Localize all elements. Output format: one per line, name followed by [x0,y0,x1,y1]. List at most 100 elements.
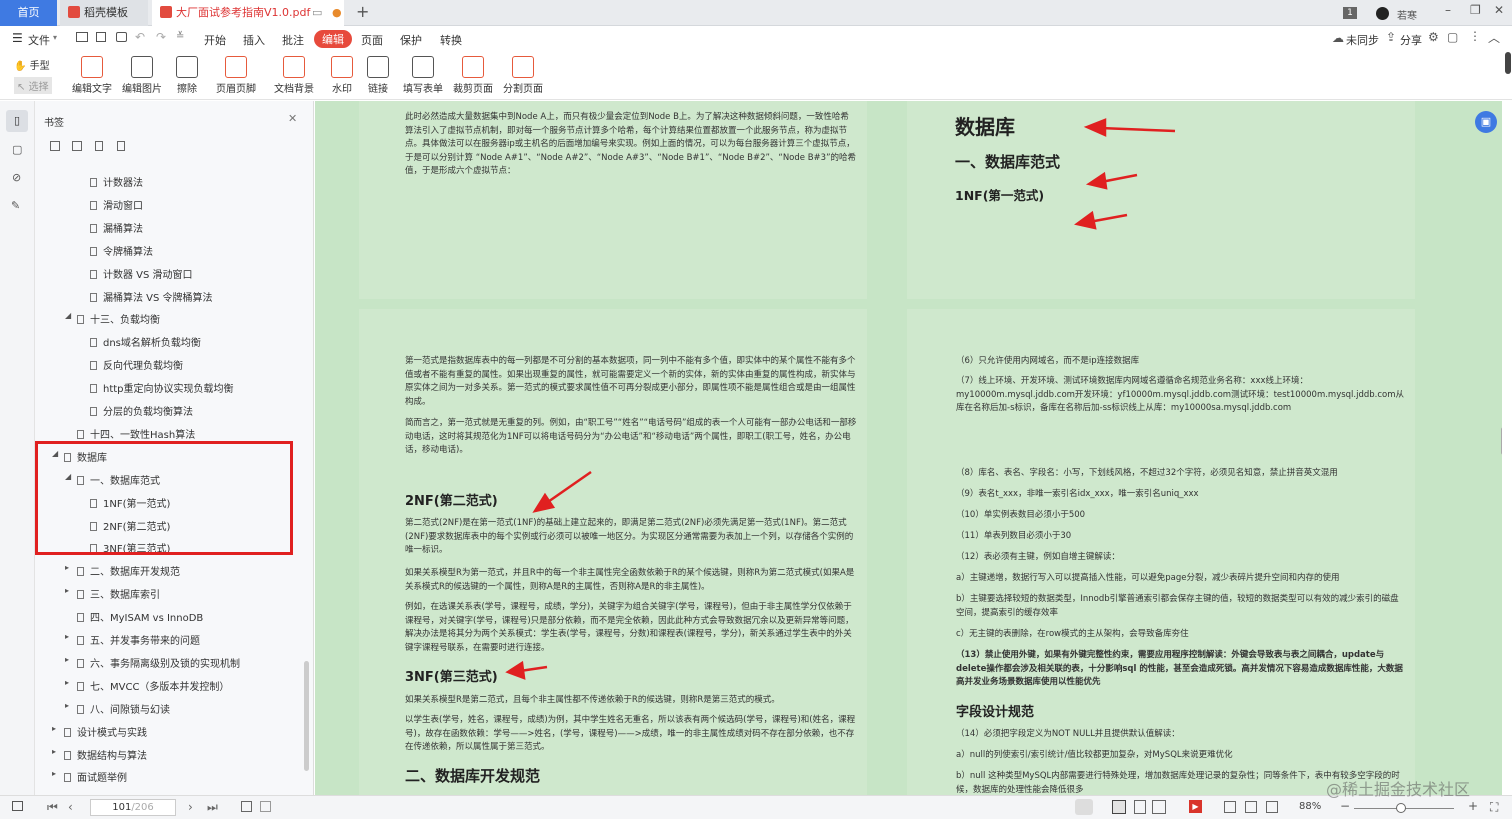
menu-protect[interactable]: 保护 [400,32,422,48]
insert-page-icon[interactable] [241,801,252,812]
bookmark-options-icon[interactable] [117,141,125,151]
menu-convert[interactable]: 转换 [440,32,462,48]
expand-arrow-icon[interactable]: ▸ [65,655,69,664]
menu-page[interactable]: 页面 [361,32,383,48]
print-icon[interactable] [116,32,127,42]
doc-background-button[interactable]: 文档背景 [270,56,318,95]
bookmark-item[interactable]: ▸ 六、事务隔离级别及锁的实现机制 [65,655,240,670]
edit-text-button[interactable]: 编辑文字 [72,56,112,95]
menu-comment[interactable]: 批注 [282,32,304,48]
maximize-button[interactable]: ❐ [1470,3,1481,17]
menu-insert[interactable]: 插入 [243,32,265,48]
expand-arrow-icon[interactable]: ▸ [52,769,56,778]
bookmark-item[interactable]: ▸ 数据结构与算法 [52,747,147,762]
bookmark-item[interactable]: 计数器法 [90,174,143,189]
last-page-button[interactable]: ⏭ [207,800,218,815]
zoom-out-button[interactable]: − [1340,799,1350,813]
hand-tool[interactable]: ✋ 手型 [14,57,50,72]
sync-status[interactable]: 未同步 [1346,32,1379,48]
bookmark-item[interactable]: 十四、一致性Hash算法 [77,426,195,441]
bookmark-item[interactable]: 令牌桶算法 [90,243,153,258]
expand-arrow-icon[interactable]: ▸ [65,678,69,687]
fit-width-icon[interactable] [1224,801,1236,813]
document-scrollbar[interactable] [1501,427,1502,455]
bookmark-item[interactable]: ▸ 五、并发事务带来的问题 [65,632,200,647]
dual-page-view-icon[interactable] [1152,800,1166,814]
thumbnail-icon[interactable]: ▢ [12,143,22,156]
settings-icon[interactable]: ⚙ [1428,30,1439,44]
actual-size-icon[interactable] [1266,801,1278,813]
menu-edit[interactable]: 编辑 [314,30,352,48]
close-panel-icon[interactable]: ✕ [288,112,297,125]
expand-arrow-icon[interactable]: ▸ [65,563,69,572]
quick-access-more-icon[interactable]: ≚ [176,31,184,42]
select-tool[interactable]: ↖ 选择 [14,77,52,94]
menu-start[interactable]: 开始 [204,32,226,48]
collapse-arrow-icon[interactable]: ◢ [65,311,71,320]
ribbon-scrollbar[interactable] [1505,52,1511,74]
menu-file[interactable]: 文件 [28,32,50,48]
expand-arrow-icon[interactable]: ▸ [65,586,69,595]
minimize-button[interactable]: – [1445,3,1451,17]
erase-button[interactable]: 擦除 [172,56,202,95]
tab-pdf-document[interactable]: 大厂面试参考指南V1.0.pdf ▭ ● [152,0,344,26]
split-page-button[interactable]: 分割页面 [503,56,543,95]
tab-home[interactable]: 首页 [0,0,57,26]
fullscreen-icon[interactable]: ⛶ [1490,800,1498,815]
eye-protect-icon[interactable] [1075,799,1093,815]
bookmark-item[interactable]: http重定向协议实现负载均衡 [90,380,234,395]
bookmark-item[interactable]: 漏桶算法 [90,220,143,235]
bookmark-item[interactable]: ▸ 面试题举例 [52,769,127,784]
expand-arrow-icon[interactable]: ▸ [65,701,69,710]
play-icon[interactable]: ▶ [1189,800,1202,813]
fit-page-icon[interactable] [1245,801,1257,813]
panel-scrollbar[interactable] [304,661,309,771]
bookmark-item[interactable]: 四、MyISAM vs InnoDB [77,609,203,624]
expand-all-icon[interactable] [50,141,60,151]
save-icon[interactable] [96,32,106,42]
cloud-sync-icon[interactable]: ☁ [1332,31,1344,45]
bookmark-item[interactable]: ▸ 设计模式与实践 [52,724,147,739]
expand-arrow-icon[interactable]: ▸ [65,632,69,641]
translate-float-button[interactable]: ▣ [1475,111,1497,133]
bookmark-item[interactable]: dns域名解析负载均衡 [90,334,201,349]
toggle-sidebar-icon[interactable] [12,801,23,811]
single-page-view-icon[interactable] [1112,800,1126,814]
crop-page-button[interactable]: 裁剪页面 [453,56,493,95]
prev-page-button[interactable]: ‹ [68,800,73,814]
undo-icon[interactable]: ↶ [135,30,145,44]
collapse-all-icon[interactable] [72,141,82,151]
bookmark-item[interactable]: ▸ 三、数据库索引 [65,586,160,601]
hamburger-icon[interactable]: ☰ [12,31,23,45]
bookmark-item[interactable]: ▸ 七、MVCC（多版本并发控制） [65,678,229,693]
link-button[interactable]: 链接 [364,56,392,95]
share-button[interactable]: 分享 [1400,32,1422,48]
export-page-icon[interactable] [260,801,271,812]
expand-arrow-icon[interactable]: ▸ [52,724,56,733]
fill-form-button[interactable]: 填写表单 [403,56,443,95]
tab-monitor-icon[interactable]: ▭ [312,0,322,26]
page-number-input[interactable]: 101/206 [90,799,176,816]
comment-icon[interactable]: ▢ [1447,30,1458,44]
bookmark-item[interactable]: 分层的负载均衡算法 [90,403,193,418]
edit-image-button[interactable]: 编辑图片 [122,56,162,95]
expand-arrow-icon[interactable]: ▸ [52,747,56,756]
bookmark-item[interactable]: 反向代理负载均衡 [90,357,183,372]
more-options-icon[interactable]: ⋮ [1469,29,1481,43]
zoom-slider-handle[interactable] [1396,803,1406,813]
next-page-button[interactable]: › [188,800,193,814]
zoom-in-button[interactable]: + [1468,799,1478,813]
bookmark-item[interactable]: 计数器 VS 滑动窗口 [90,266,193,281]
bookmark-panel-icon[interactable]: ▯ [6,110,28,132]
watermark-button[interactable]: 水印 [328,56,356,95]
chevron-down-icon[interactable]: ▾ [53,33,57,42]
collapse-ribbon-icon[interactable]: ︿ [1488,29,1500,46]
window-count-badge[interactable]: 1 [1343,7,1357,19]
bookmark-item[interactable]: ◢ 十三、负载均衡 [65,311,160,326]
bookmark-item[interactable]: ▸ 八、间隙锁与幻读 [65,701,170,716]
avatar[interactable] [1376,7,1389,20]
bookmark-item[interactable]: 滑动窗口 [90,197,143,212]
new-tab-button[interactable]: + [356,2,369,21]
signature-icon[interactable]: ✎ [11,199,20,212]
redo-icon[interactable]: ↷ [156,30,166,44]
